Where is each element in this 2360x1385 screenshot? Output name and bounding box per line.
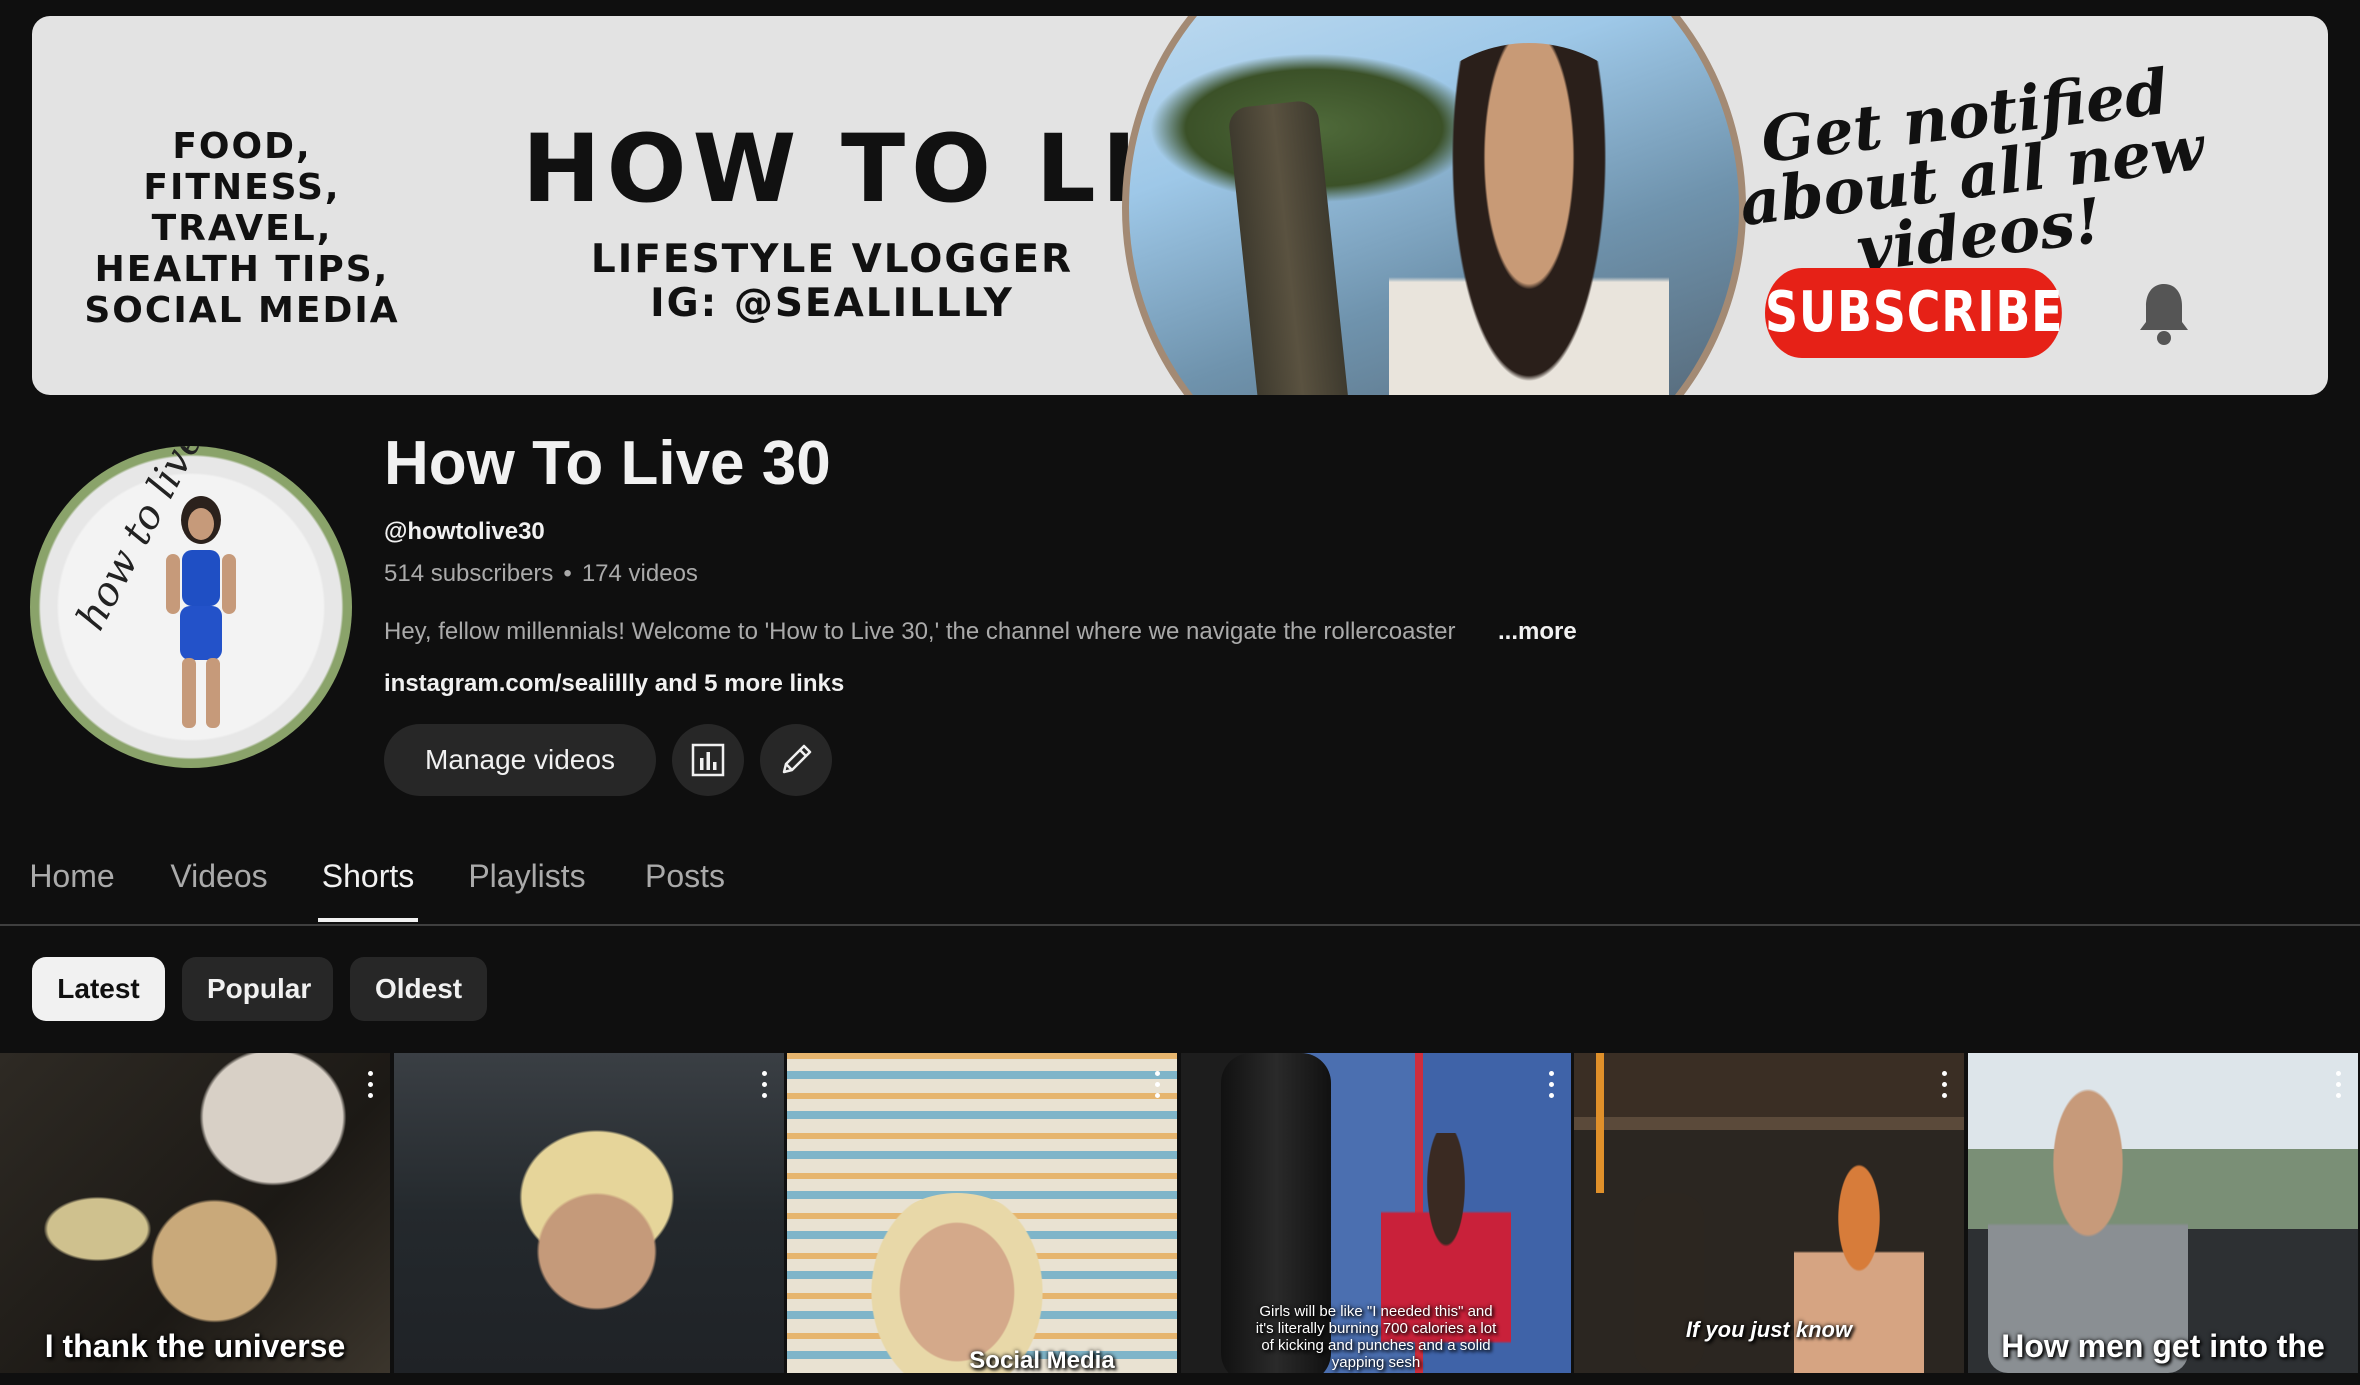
banner-subscribe-graphic: SUBSCRIBE bbox=[1765, 268, 2063, 358]
stats-separator: • bbox=[563, 560, 572, 587]
pencil-icon bbox=[782, 744, 812, 774]
banner-photo bbox=[1122, 16, 1746, 395]
channel-stats: 514 subscribers • 174 videos bbox=[384, 560, 698, 588]
short-face bbox=[857, 1193, 1057, 1373]
short-caption: How men get into the bbox=[2001, 1328, 2325, 1364]
tab-posts[interactable]: Posts bbox=[642, 850, 728, 922]
short-caption: Girls will be like "I needed this" and i… bbox=[1255, 1303, 1497, 1371]
chip-oldest[interactable]: Oldest bbox=[350, 957, 487, 1021]
banner-person bbox=[1389, 43, 1669, 395]
short-thumbnail[interactable]: I thank the universe bbox=[0, 1053, 390, 1373]
bell-icon bbox=[2140, 284, 2188, 345]
tab-shorts[interactable]: Shorts bbox=[318, 850, 418, 922]
analytics-button[interactable] bbox=[672, 724, 744, 796]
more-vert-icon[interactable] bbox=[758, 1071, 770, 1099]
rope bbox=[1596, 1053, 1604, 1193]
short-thumbnail[interactable]: Girls will be like "I needed this" and i… bbox=[1181, 1053, 1571, 1373]
more-vert-icon[interactable] bbox=[364, 1071, 376, 1099]
banner-cta: Get notified about all new videos! bbox=[1735, 54, 2209, 287]
chip-latest[interactable]: Latest bbox=[32, 957, 165, 1021]
description-more-link[interactable]: ...more bbox=[1498, 618, 1577, 646]
channel-tabs: Home Videos Shorts Playlists Posts bbox=[0, 850, 2360, 926]
short-thumbnail[interactable]: How men get into the bbox=[1968, 1053, 2358, 1373]
channel-links[interactable]: instagram.com/sealillly and 5 more links bbox=[384, 670, 844, 698]
banner-subtitle-line1: LIFESTYLE VLOGGER bbox=[590, 237, 1074, 282]
banner-subtitle: LIFESTYLE VLOGGER IG: @SEALILLLY bbox=[572, 238, 1092, 326]
tab-playlists[interactable]: Playlists bbox=[466, 850, 588, 922]
bar-chart-icon bbox=[691, 743, 725, 777]
channel-description[interactable]: Hey, fellow millennials! Welcome to 'How… bbox=[384, 618, 1582, 646]
short-thumbnail[interactable]: If you just know bbox=[1574, 1053, 1964, 1373]
channel-handle: @howtolive30 bbox=[384, 518, 545, 545]
more-vert-icon[interactable] bbox=[2332, 1071, 2344, 1099]
short-caption: I thank the universe bbox=[44, 1328, 346, 1364]
edit-channel-button[interactable] bbox=[760, 724, 832, 796]
more-vert-icon[interactable] bbox=[1151, 1071, 1163, 1099]
short-caption: Social Media bbox=[969, 1347, 1115, 1373]
channel-avatar[interactable]: how to live 30 bbox=[30, 446, 352, 768]
chip-popular[interactable]: Popular bbox=[182, 957, 333, 1021]
subscriber-count: 514 subscribers bbox=[384, 560, 554, 587]
more-vert-icon[interactable] bbox=[1545, 1071, 1557, 1099]
banner-subtitle-line2: IG: @SEALILLLY bbox=[650, 281, 1014, 326]
short-caption: If you just know bbox=[1685, 1317, 1853, 1342]
video-count: 174 videos bbox=[581, 560, 698, 587]
banner-topics: FOOD, FITNESS, TRAVEL, HEALTH TIPS, SOCI… bbox=[84, 126, 400, 331]
short-thumbnail[interactable]: Social Media bbox=[787, 1053, 1177, 1373]
tab-videos[interactable]: Videos bbox=[168, 850, 270, 922]
manage-videos-button[interactable]: Manage videos bbox=[384, 724, 656, 796]
punching-bag bbox=[1634, 1193, 1704, 1373]
more-vert-icon[interactable] bbox=[1938, 1071, 1950, 1099]
short-thumbnail[interactable] bbox=[394, 1053, 784, 1373]
channel-banner: FOOD, FITNESS, TRAVEL, HEALTH TIPS, SOCI… bbox=[32, 16, 2328, 395]
avatar-figure bbox=[166, 496, 236, 728]
tab-home[interactable]: Home bbox=[28, 850, 116, 922]
channel-name: How To Live 30 bbox=[384, 429, 831, 498]
